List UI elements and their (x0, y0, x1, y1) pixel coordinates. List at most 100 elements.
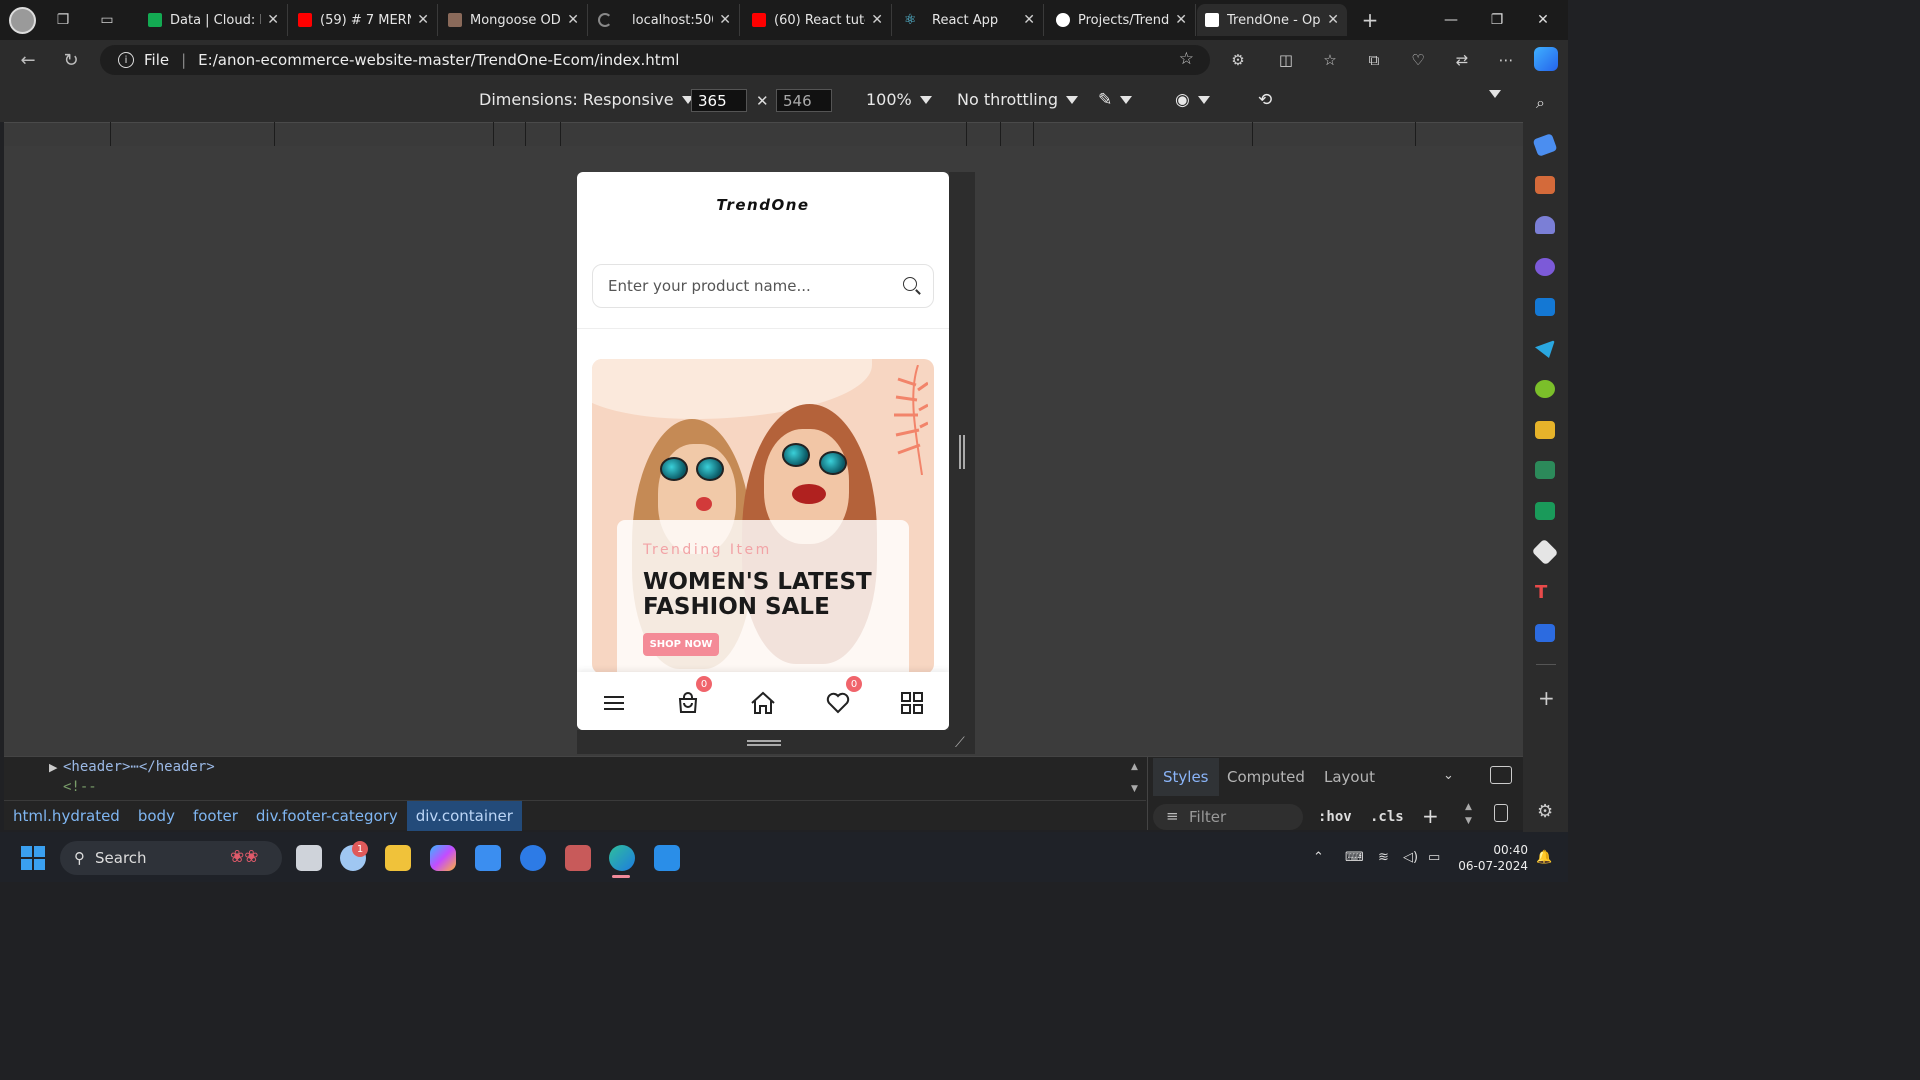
breadcrumb-item[interactable]: body (129, 801, 184, 831)
throttling-dropdown[interactable]: No throttling (957, 90, 1079, 109)
tab-localhost[interactable]: localhost:5000 ✕ (590, 4, 740, 36)
vision-dropdown[interactable]: ◉ (1175, 90, 1210, 110)
wishlist-button[interactable]: 0 (825, 676, 862, 716)
settings-gear-icon[interactable]: ⚙ (1537, 801, 1553, 822)
product-search-input[interactable]: Enter your product name... (592, 264, 934, 308)
workspaces-icon[interactable]: ❐ (52, 10, 74, 30)
chevron-up-icon[interactable]: ⌃ (1313, 850, 1324, 865)
corner-resize-handle[interactable]: ⟋ (955, 735, 965, 751)
tab-computed[interactable]: Computed (1217, 765, 1315, 789)
windows-start-button[interactable] (21, 846, 45, 870)
taskbar-clock[interactable]: 00:40 06-07-2024 (1452, 842, 1528, 874)
media-query-ruler[interactable] (4, 122, 1523, 146)
scroll-arrows-icon[interactable]: ▲ ▼ (1465, 800, 1472, 828)
close-icon[interactable]: ✕ (267, 12, 279, 28)
volume-icon[interactable]: ◁) (1403, 850, 1418, 865)
copilot-icon[interactable] (1534, 47, 1558, 71)
tab-github[interactable]: Projects/TrendC ✕ (1048, 4, 1196, 36)
keyboard-icon[interactable]: ⌨ (1345, 850, 1364, 865)
dimensions-dropdown[interactable]: Dimensions: Responsive (479, 90, 694, 109)
tab-actions-icon[interactable]: ▭ (96, 10, 118, 30)
share-icon[interactable]: ⇄ (1450, 49, 1474, 71)
more-options-icon[interactable]: ⋯ (1494, 49, 1518, 71)
close-icon[interactable]: ✕ (1175, 12, 1187, 28)
tab-youtube-mern[interactable]: (59) # 7 MERN I ✕ (290, 4, 438, 36)
cls-toggle[interactable]: .cls (1370, 809, 1404, 825)
tab-react-app[interactable]: ⚛ React App ✕ (896, 4, 1044, 36)
task-view-icon[interactable] (296, 845, 322, 871)
menu-button[interactable] (601, 690, 627, 716)
games-icon[interactable] (1535, 216, 1555, 234)
tab-styles[interactable]: Styles (1153, 758, 1219, 796)
breadcrumb-item[interactable]: div.footer-category (247, 801, 407, 831)
outlook-taskbar-icon[interactable] (520, 845, 546, 871)
rotate-button[interactable]: ⟲ (1258, 90, 1272, 110)
close-icon[interactable]: ✕ (567, 12, 579, 28)
outlook-icon[interactable] (1535, 298, 1555, 316)
favorites-icon[interactable]: ☆ (1318, 49, 1342, 71)
shop-now-button[interactable]: SHOP NOW (643, 633, 719, 656)
zoom-dropdown[interactable]: 100% (866, 90, 932, 109)
collections-icon[interactable]: ⧉ (1362, 49, 1386, 71)
address-bar[interactable]: i File | E:/anon-ecommerce-website-maste… (100, 45, 1210, 75)
chevron-down-icon[interactable]: ⌄ (1443, 768, 1454, 783)
toggle-device-icon[interactable] (1494, 804, 1508, 822)
tab-layout[interactable]: Layout (1314, 765, 1385, 789)
home-button[interactable] (750, 690, 776, 716)
maximize-button[interactable]: ❐ (1482, 6, 1512, 34)
close-icon[interactable]: ✕ (719, 12, 731, 28)
t-app-icon[interactable]: T (1535, 584, 1555, 602)
expand-arrow-icon[interactable]: ▶ (49, 761, 57, 774)
hov-toggle[interactable]: :hov (1318, 809, 1352, 825)
tools-briefcase-icon[interactable] (1535, 176, 1555, 194)
height-resize-handle[interactable] (747, 740, 781, 746)
cart-button[interactable]: 0 (675, 676, 712, 716)
microsoft-store-icon[interactable] (475, 845, 501, 871)
edge-icon[interactable] (609, 845, 635, 871)
dock-side-icon[interactable] (1490, 766, 1512, 784)
dom-node-comment[interactable]: <!-- (63, 779, 97, 795)
forms-icon[interactable] (1535, 624, 1555, 642)
breadcrumb-item-selected[interactable]: div.container (406, 800, 522, 831)
width-input[interactable]: 365 (691, 89, 747, 112)
taskbar-search[interactable]: ⚲ Search ❀❀ (60, 841, 282, 875)
width-resize-handle[interactable] (959, 435, 965, 469)
notification-bell-icon[interactable]: 🔔 (1536, 850, 1552, 865)
dom-node-header[interactable]: <header>⋯</header> (63, 759, 215, 775)
categories-button[interactable] (899, 690, 925, 716)
favorite-star-icon[interactable]: ☆ (1179, 49, 1194, 69)
photos-icon[interactable] (565, 845, 591, 871)
split-screen-icon[interactable]: ◫ (1274, 49, 1298, 71)
close-window-button[interactable]: ✕ (1528, 6, 1558, 34)
info-icon[interactable]: i (118, 52, 134, 68)
tab-mongodb[interactable]: Data | Cloud: M ✕ (140, 4, 288, 36)
vscode-icon[interactable] (654, 845, 680, 871)
search-icon[interactable]: ⌕ (1536, 93, 1545, 113)
copilot-taskbar-icon[interactable] (430, 845, 456, 871)
site-logo[interactable]: TrendOne (577, 196, 949, 214)
new-style-rule-button[interactable]: + (1422, 804, 1439, 828)
new-tab-button[interactable]: + (1358, 8, 1382, 32)
more-device-options[interactable] (1489, 90, 1501, 98)
close-icon[interactable]: ✕ (417, 12, 429, 28)
copilot-sidebar-icon[interactable] (1535, 258, 1555, 276)
tab-mongoose[interactable]: Mongoose ODM ✕ (440, 4, 588, 36)
sensor-dropdown[interactable]: ✎ (1098, 90, 1133, 110)
close-icon[interactable]: ✕ (1023, 12, 1035, 28)
search-icon[interactable] (903, 277, 917, 291)
extensions-icon[interactable]: ⚙ (1226, 49, 1250, 71)
scroll-down-icon[interactable]: ▼ (1131, 784, 1138, 794)
wifi-icon[interactable]: ≋ (1378, 850, 1389, 865)
minimize-button[interactable]: — (1436, 6, 1466, 34)
close-icon[interactable]: ✕ (1327, 12, 1339, 28)
notebook-icon[interactable] (1535, 502, 1555, 520)
styles-filter-input[interactable]: ≡ Filter (1153, 804, 1303, 830)
file-explorer-icon[interactable] (385, 845, 411, 871)
tree-icon[interactable] (1535, 380, 1555, 398)
tab-trendone[interactable]: TrendOne - Op ✕ (1197, 4, 1347, 36)
breadcrumb-item[interactable]: footer (184, 801, 247, 831)
breadcrumb-item[interactable]: html.hydrated (4, 801, 129, 831)
close-icon[interactable]: ✕ (871, 12, 883, 28)
profile-avatar[interactable] (9, 7, 36, 34)
add-sidebar-app-button[interactable]: + (1538, 686, 1555, 710)
